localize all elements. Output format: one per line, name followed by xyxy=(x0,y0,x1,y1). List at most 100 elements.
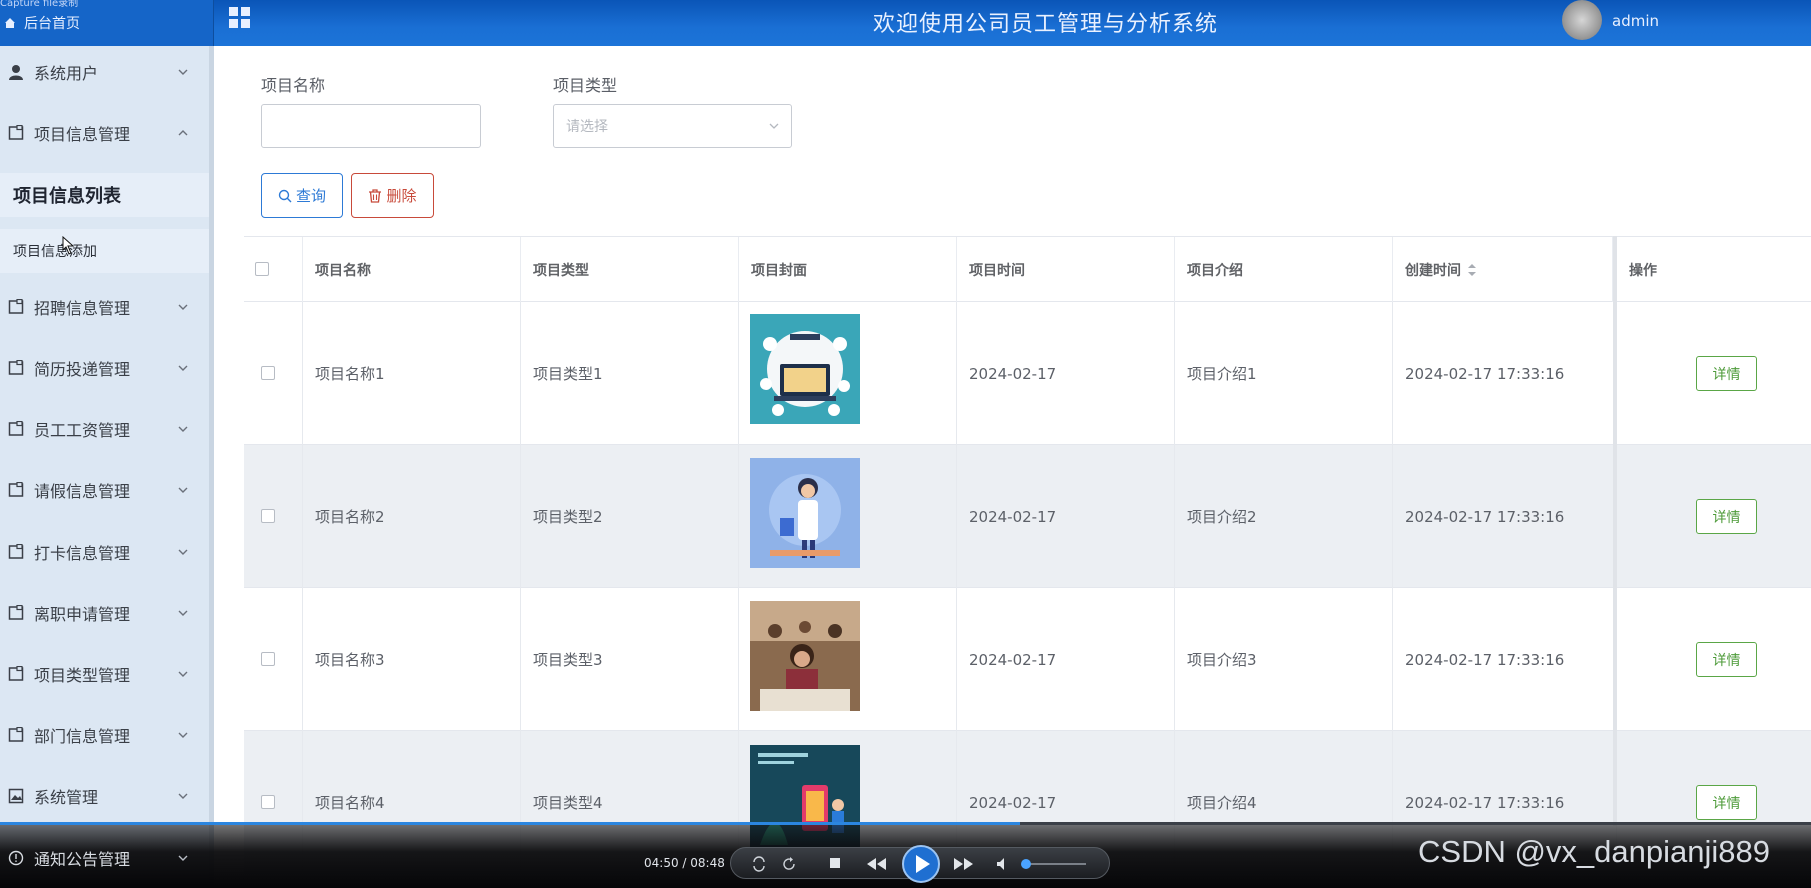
chevron-down-icon xyxy=(178,365,188,371)
volume-icon[interactable] xyxy=(995,856,1011,872)
sidebar-item-resume[interactable]: 简历投递管理 xyxy=(0,346,209,390)
sidebar-subitem-project-add[interactable]: 项目信息添加 xyxy=(0,229,209,273)
cell-type: 项目类型1 xyxy=(521,302,739,445)
detail-button[interactable]: 详情 xyxy=(1696,785,1757,820)
watermark: CSDN @vx_danpianji889 xyxy=(1418,834,1770,869)
cell-created: 2024-02-17 17:33:16 xyxy=(1393,445,1617,588)
query-button-label: 查询 xyxy=(295,187,326,205)
sort-icon[interactable] xyxy=(1467,263,1477,277)
column-header-name: 项目名称 xyxy=(303,237,521,302)
avatar[interactable] xyxy=(1562,0,1602,40)
column-header-type: 项目类型 xyxy=(521,237,739,302)
sidebar-item-label: 项目类型管理 xyxy=(34,666,131,685)
detail-button[interactable]: 详情 xyxy=(1696,356,1757,391)
table-row: 项目名称3 项目类型3 2024-02-17 项目介绍3 2024-02-17 … xyxy=(244,588,1811,731)
sidebar-item-department[interactable]: 部门信息管理 xyxy=(0,713,209,757)
sidebar-item-project-info[interactable]: 项目信息管理 xyxy=(0,111,209,155)
sidebar-item-notice[interactable]: 通知公告管理 xyxy=(0,836,209,880)
refresh-icon[interactable] xyxy=(781,856,797,872)
chevron-down-icon xyxy=(178,549,188,555)
play-button-icon[interactable] xyxy=(901,844,941,884)
cell-date: 2024-02-17 xyxy=(957,302,1175,445)
volume-slider-thumb[interactable] xyxy=(1021,859,1031,869)
sidebar-item-clockin[interactable]: 打卡信息管理 xyxy=(0,530,209,574)
sidebar-item-label: 简历投递管理 xyxy=(34,360,131,379)
doc-icon xyxy=(8,605,24,620)
detail-button[interactable]: 详情 xyxy=(1696,642,1757,677)
rewind-icon[interactable] xyxy=(865,856,887,872)
cell-date: 2024-02-17 xyxy=(957,445,1175,588)
chevron-down-icon xyxy=(769,123,779,129)
sidebar-item-recruit[interactable]: 招聘信息管理 xyxy=(0,285,209,329)
sidebar-item-label: 离职申请管理 xyxy=(34,605,131,624)
delete-button[interactable]: 删除 xyxy=(351,173,434,218)
row-checkbox[interactable] xyxy=(261,509,275,523)
chevron-down-icon xyxy=(178,610,188,616)
column-header-created[interactable]: 创建时间 xyxy=(1393,237,1613,302)
cell-name: 项目名称3 xyxy=(303,588,521,731)
cell-name: 项目名称2 xyxy=(303,445,521,588)
header-checkbox-cell xyxy=(244,237,303,302)
sidebar-item-system-manage[interactable]: 系统管理 xyxy=(0,774,209,818)
user-icon xyxy=(9,65,23,80)
page-title: 欢迎使用公司员工管理与分析系统 xyxy=(872,12,1218,37)
video-progress-fill xyxy=(0,822,1020,825)
row-checkbox-cell xyxy=(244,302,303,445)
doc-icon xyxy=(8,421,24,436)
row-checkbox[interactable] xyxy=(261,652,275,666)
sidebar-item-leave[interactable]: 请假信息管理 xyxy=(0,468,209,512)
doc-icon xyxy=(8,299,24,314)
cell-cover xyxy=(739,302,957,445)
row-checkbox[interactable] xyxy=(261,795,275,809)
select-all-checkbox[interactable] xyxy=(255,262,269,276)
volume-slider[interactable] xyxy=(1026,863,1086,865)
column-header-actions: 操作 xyxy=(1629,262,1657,279)
row-checkbox[interactable] xyxy=(261,366,275,380)
mouse-cursor-icon xyxy=(62,236,75,255)
sidebar-item-project-type[interactable]: 项目类型管理 xyxy=(0,652,209,696)
table-header: 项目名称 项目类型 项目封面 项目时间 项目介绍 创建时间 操作 xyxy=(244,237,1811,302)
chevron-down-icon xyxy=(178,304,188,310)
fixed-column-divider xyxy=(1613,236,1617,826)
sidebar-item-label: 员工工资管理 xyxy=(34,421,131,440)
query-button[interactable]: 查询 xyxy=(261,173,343,218)
cell-type: 项目类型2 xyxy=(521,445,739,588)
column-header-created-label: 创建时间 xyxy=(1405,262,1461,279)
column-header-intro: 项目介绍 xyxy=(1175,237,1393,302)
chevron-up-icon xyxy=(178,130,188,136)
doc-icon xyxy=(8,482,24,497)
doc-icon xyxy=(8,544,24,559)
project-name-input[interactable] xyxy=(261,104,481,148)
cell-intro: 项目介绍2 xyxy=(1175,445,1393,588)
video-progress-bar[interactable] xyxy=(0,822,1811,825)
username[interactable]: admin xyxy=(1612,12,1659,30)
sidebar-item-label: 项目信息管理 xyxy=(34,125,131,144)
detail-button[interactable]: 详情 xyxy=(1696,499,1757,534)
column-header-cover: 项目封面 xyxy=(739,237,957,302)
cell-type: 项目类型3 xyxy=(521,588,739,731)
sidebar-subitem-project-list[interactable]: 项目信息列表 xyxy=(0,173,209,217)
chevron-down-icon xyxy=(178,732,188,738)
chevron-down-icon xyxy=(178,671,188,677)
cell-cover xyxy=(739,588,957,731)
cell-intro: 项目介绍3 xyxy=(1175,588,1393,731)
project-table: 项目名称 项目类型 项目封面 项目时间 项目介绍 创建时间 操作 项目名称1 项… xyxy=(244,236,1811,874)
image-icon xyxy=(8,788,24,804)
search-icon xyxy=(278,189,292,202)
sidebar-item-resign[interactable]: 离职申请管理 xyxy=(0,591,209,635)
sidebar-item-system-users[interactable]: 系统用户 xyxy=(0,50,209,94)
project-type-select[interactable]: 请选择 xyxy=(553,104,792,148)
cell-created: 2024-02-17 17:33:16 xyxy=(1393,588,1617,731)
sidebar-item-salary[interactable]: 员工工资管理 xyxy=(0,407,209,451)
stop-icon[interactable] xyxy=(829,857,841,869)
select-placeholder: 请选择 xyxy=(566,119,608,135)
cell-created: 2024-02-17 17:33:16 xyxy=(1393,302,1617,445)
sidebar-subitem-label: 项目信息列表 xyxy=(13,186,121,207)
cell-cover xyxy=(739,445,957,588)
chevron-down-icon xyxy=(178,69,188,75)
sidebar-item-label: 系统用户 xyxy=(34,64,99,83)
repeat-icon[interactable] xyxy=(751,856,767,872)
cover-image xyxy=(750,314,860,424)
doc-icon xyxy=(8,727,24,742)
fast-forward-icon[interactable] xyxy=(953,856,975,872)
